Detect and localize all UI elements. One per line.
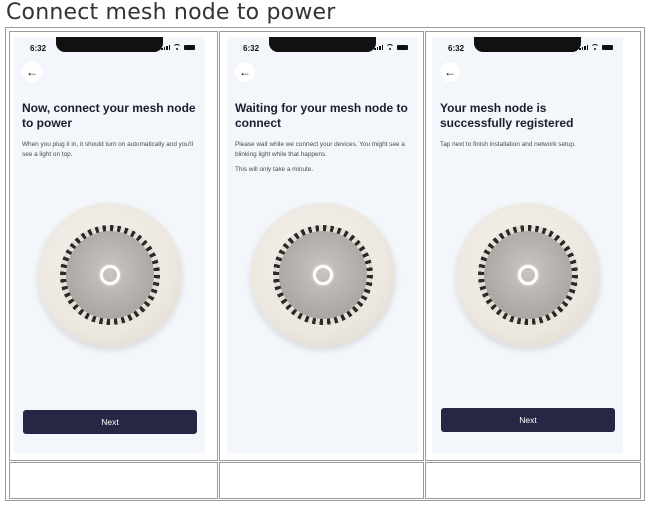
- screen-body: When you plug it in, it should turn on a…: [22, 140, 200, 165]
- mesh-node-light-ring: [313, 265, 333, 285]
- signal-icon: [161, 45, 170, 50]
- status-icons: [374, 44, 408, 50]
- screen-body: Tap next to finish installation and netw…: [440, 140, 618, 155]
- status-icons: [579, 44, 613, 50]
- back-arrow-icon[interactable]: ←: [440, 62, 460, 82]
- table-cell-empty: [219, 462, 424, 499]
- phone-screen-registered: 6:32 ← Your mesh node is successfully re…: [432, 37, 623, 453]
- screen-body: Please wait while we connect your device…: [235, 140, 413, 180]
- back-arrow-icon[interactable]: ←: [235, 62, 255, 82]
- mesh-node-image: [38, 203, 182, 347]
- status-time: 6:32: [243, 44, 260, 53]
- screen-heading: Waiting for your mesh node to connect: [235, 101, 408, 130]
- body-text: Tap next to finish installation and netw…: [440, 141, 576, 148]
- signal-icon: [374, 45, 383, 50]
- mesh-node-image: [456, 203, 600, 347]
- status-time: 6:32: [30, 44, 47, 53]
- body-text: When you plug it in, it should turn on a…: [22, 141, 194, 158]
- battery-icon: [602, 45, 613, 50]
- body-text: This will only take a minute.: [235, 166, 314, 173]
- back-arrow-icon[interactable]: ←: [22, 62, 42, 82]
- mesh-node-image: [251, 203, 395, 347]
- phone-screen-connect-power: 6:32 ← Now, connect your mesh node to po…: [14, 37, 205, 453]
- phone-notch: [269, 37, 376, 52]
- table-cell-empty: [9, 462, 218, 499]
- screen-heading: Your mesh node is successfully registere…: [440, 101, 574, 130]
- body-text: Please wait while we connect your device…: [235, 141, 405, 158]
- battery-icon: [397, 45, 408, 50]
- next-button[interactable]: Next: [23, 410, 197, 434]
- mesh-node-light-ring: [518, 265, 538, 285]
- phone-screen-waiting: 6:32 ← Waiting for your mesh node to con…: [227, 37, 418, 453]
- next-button[interactable]: Next: [441, 408, 615, 432]
- screen-heading: Now, connect your mesh node to power: [22, 101, 196, 130]
- status-icons: [161, 44, 195, 50]
- mesh-node-light-ring: [100, 265, 120, 285]
- document-title: Connect mesh node to power: [6, 0, 336, 25]
- signal-icon: [579, 45, 588, 50]
- table-cell-empty: [425, 462, 641, 499]
- battery-icon: [184, 45, 195, 50]
- phone-notch: [56, 37, 163, 52]
- wifi-icon: [173, 44, 181, 50]
- status-time: 6:32: [448, 44, 465, 53]
- wifi-icon: [386, 44, 394, 50]
- wifi-icon: [591, 44, 599, 50]
- phone-notch: [474, 37, 581, 52]
